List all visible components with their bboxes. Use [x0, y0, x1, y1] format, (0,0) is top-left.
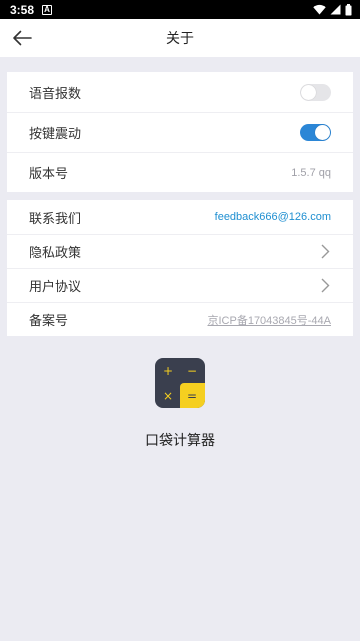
- version-value: 1.5.7 qq: [291, 166, 331, 179]
- app-header: 关于: [0, 19, 360, 57]
- times-glyph: ×: [162, 389, 174, 403]
- contact-label: 联系我们: [29, 211, 82, 227]
- info-card: 联系我们 feedback666@126.com 隐私政策 用户协议 备案号 京…: [7, 200, 353, 336]
- chevron-right-icon: [319, 244, 331, 260]
- privacy-policy-row[interactable]: 隐私政策: [7, 234, 353, 268]
- battery-icon: [345, 3, 352, 15]
- key-vibration-toggle[interactable]: [300, 124, 331, 141]
- status-bar: 3:58 A: [0, 0, 360, 19]
- filing-row: 备案号 京ICP备17043845号-44A: [7, 302, 353, 336]
- key-vibration-label: 按键震动: [29, 127, 82, 142]
- privacy-policy-label: 隐私政策: [29, 246, 82, 261]
- status-right: [313, 3, 352, 16]
- voice-readout-label: 语音报数: [29, 86, 82, 102]
- notification-a-icon: A: [42, 4, 53, 15]
- voice-readout-row: 语音报数: [7, 72, 353, 112]
- toggle-knob: [315, 125, 330, 140]
- toggle-knob: [301, 84, 316, 100]
- status-time: 3:58: [10, 2, 35, 17]
- cellular-signal-icon: [330, 4, 341, 15]
- app-name: 口袋计算器: [145, 433, 215, 449]
- contact-row: 联系我们 feedback666@126.com: [7, 200, 353, 234]
- minus-glyph: −: [186, 364, 198, 378]
- wifi-icon: [313, 4, 326, 15]
- key-vibration-row: 按键震动: [7, 112, 353, 152]
- version-row: 版本号 1.5.7 qq: [7, 152, 353, 192]
- user-agreement-row[interactable]: 用户协议: [7, 268, 353, 302]
- arrow-left-icon: [13, 30, 32, 46]
- filing-label: 备案号: [29, 314, 69, 329]
- calculator-app-icon: + − × =: [155, 358, 205, 408]
- back-button[interactable]: [6, 22, 38, 54]
- settings-card: 语音报数 按键震动 版本号 1.5.7 qq: [7, 72, 353, 192]
- user-agreement-label: 用户协议: [29, 280, 82, 295]
- plus-glyph: +: [162, 364, 174, 378]
- icp-filing-link[interactable]: 京ICP备17043845号-44A: [207, 312, 331, 328]
- chevron-right-icon: [319, 278, 331, 294]
- page-title: 关于: [166, 31, 194, 47]
- equals-glyph: =: [186, 389, 198, 403]
- status-left: 3:58 A: [10, 2, 53, 17]
- contact-email-link[interactable]: feedback666@126.com: [215, 211, 331, 223]
- version-label: 版本号: [29, 167, 69, 182]
- voice-readout-toggle[interactable]: [300, 83, 331, 101]
